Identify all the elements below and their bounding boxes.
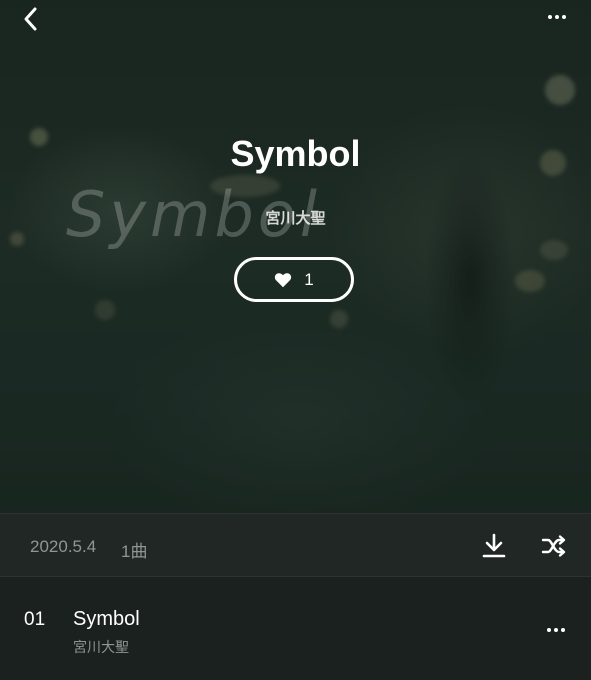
artist-name[interactable]: 宮川大聖 (0, 207, 591, 228)
album-screen: Symbol Symbol 宮川大聖 1 2020.5.4 1曲 01 Symb… (0, 0, 591, 680)
heart-icon (275, 272, 292, 287)
shuffle-button[interactable] (540, 532, 568, 560)
download-button[interactable] (480, 532, 508, 560)
track-count: 1曲 (121, 542, 148, 561)
release-date: 2020.5.4 (30, 537, 97, 556)
album-cover-background: Symbol Symbol 宮川大聖 1 (0, 0, 591, 513)
download-icon (482, 533, 506, 558)
like-count: 1 (304, 269, 314, 289)
shuffle-icon (541, 535, 566, 557)
track-artist: 宮川大聖 (73, 639, 129, 655)
album-title: Symbol (230, 133, 361, 174)
more-horizontal-icon (548, 15, 566, 19)
track-more-button[interactable] (541, 617, 571, 643)
track-title: Symbol (73, 608, 140, 630)
track-row[interactable]: 01 Symbol 宮川大聖 (0, 577, 591, 680)
like-button[interactable]: 1 (234, 257, 354, 302)
chevron-left-icon (24, 7, 37, 31)
album-info-bar: 2020.5.4 1曲 (0, 513, 591, 577)
more-horizontal-icon (547, 628, 565, 632)
more-options-button[interactable] (539, 2, 575, 32)
back-button[interactable] (14, 2, 48, 36)
track-number: 01 (24, 609, 46, 630)
